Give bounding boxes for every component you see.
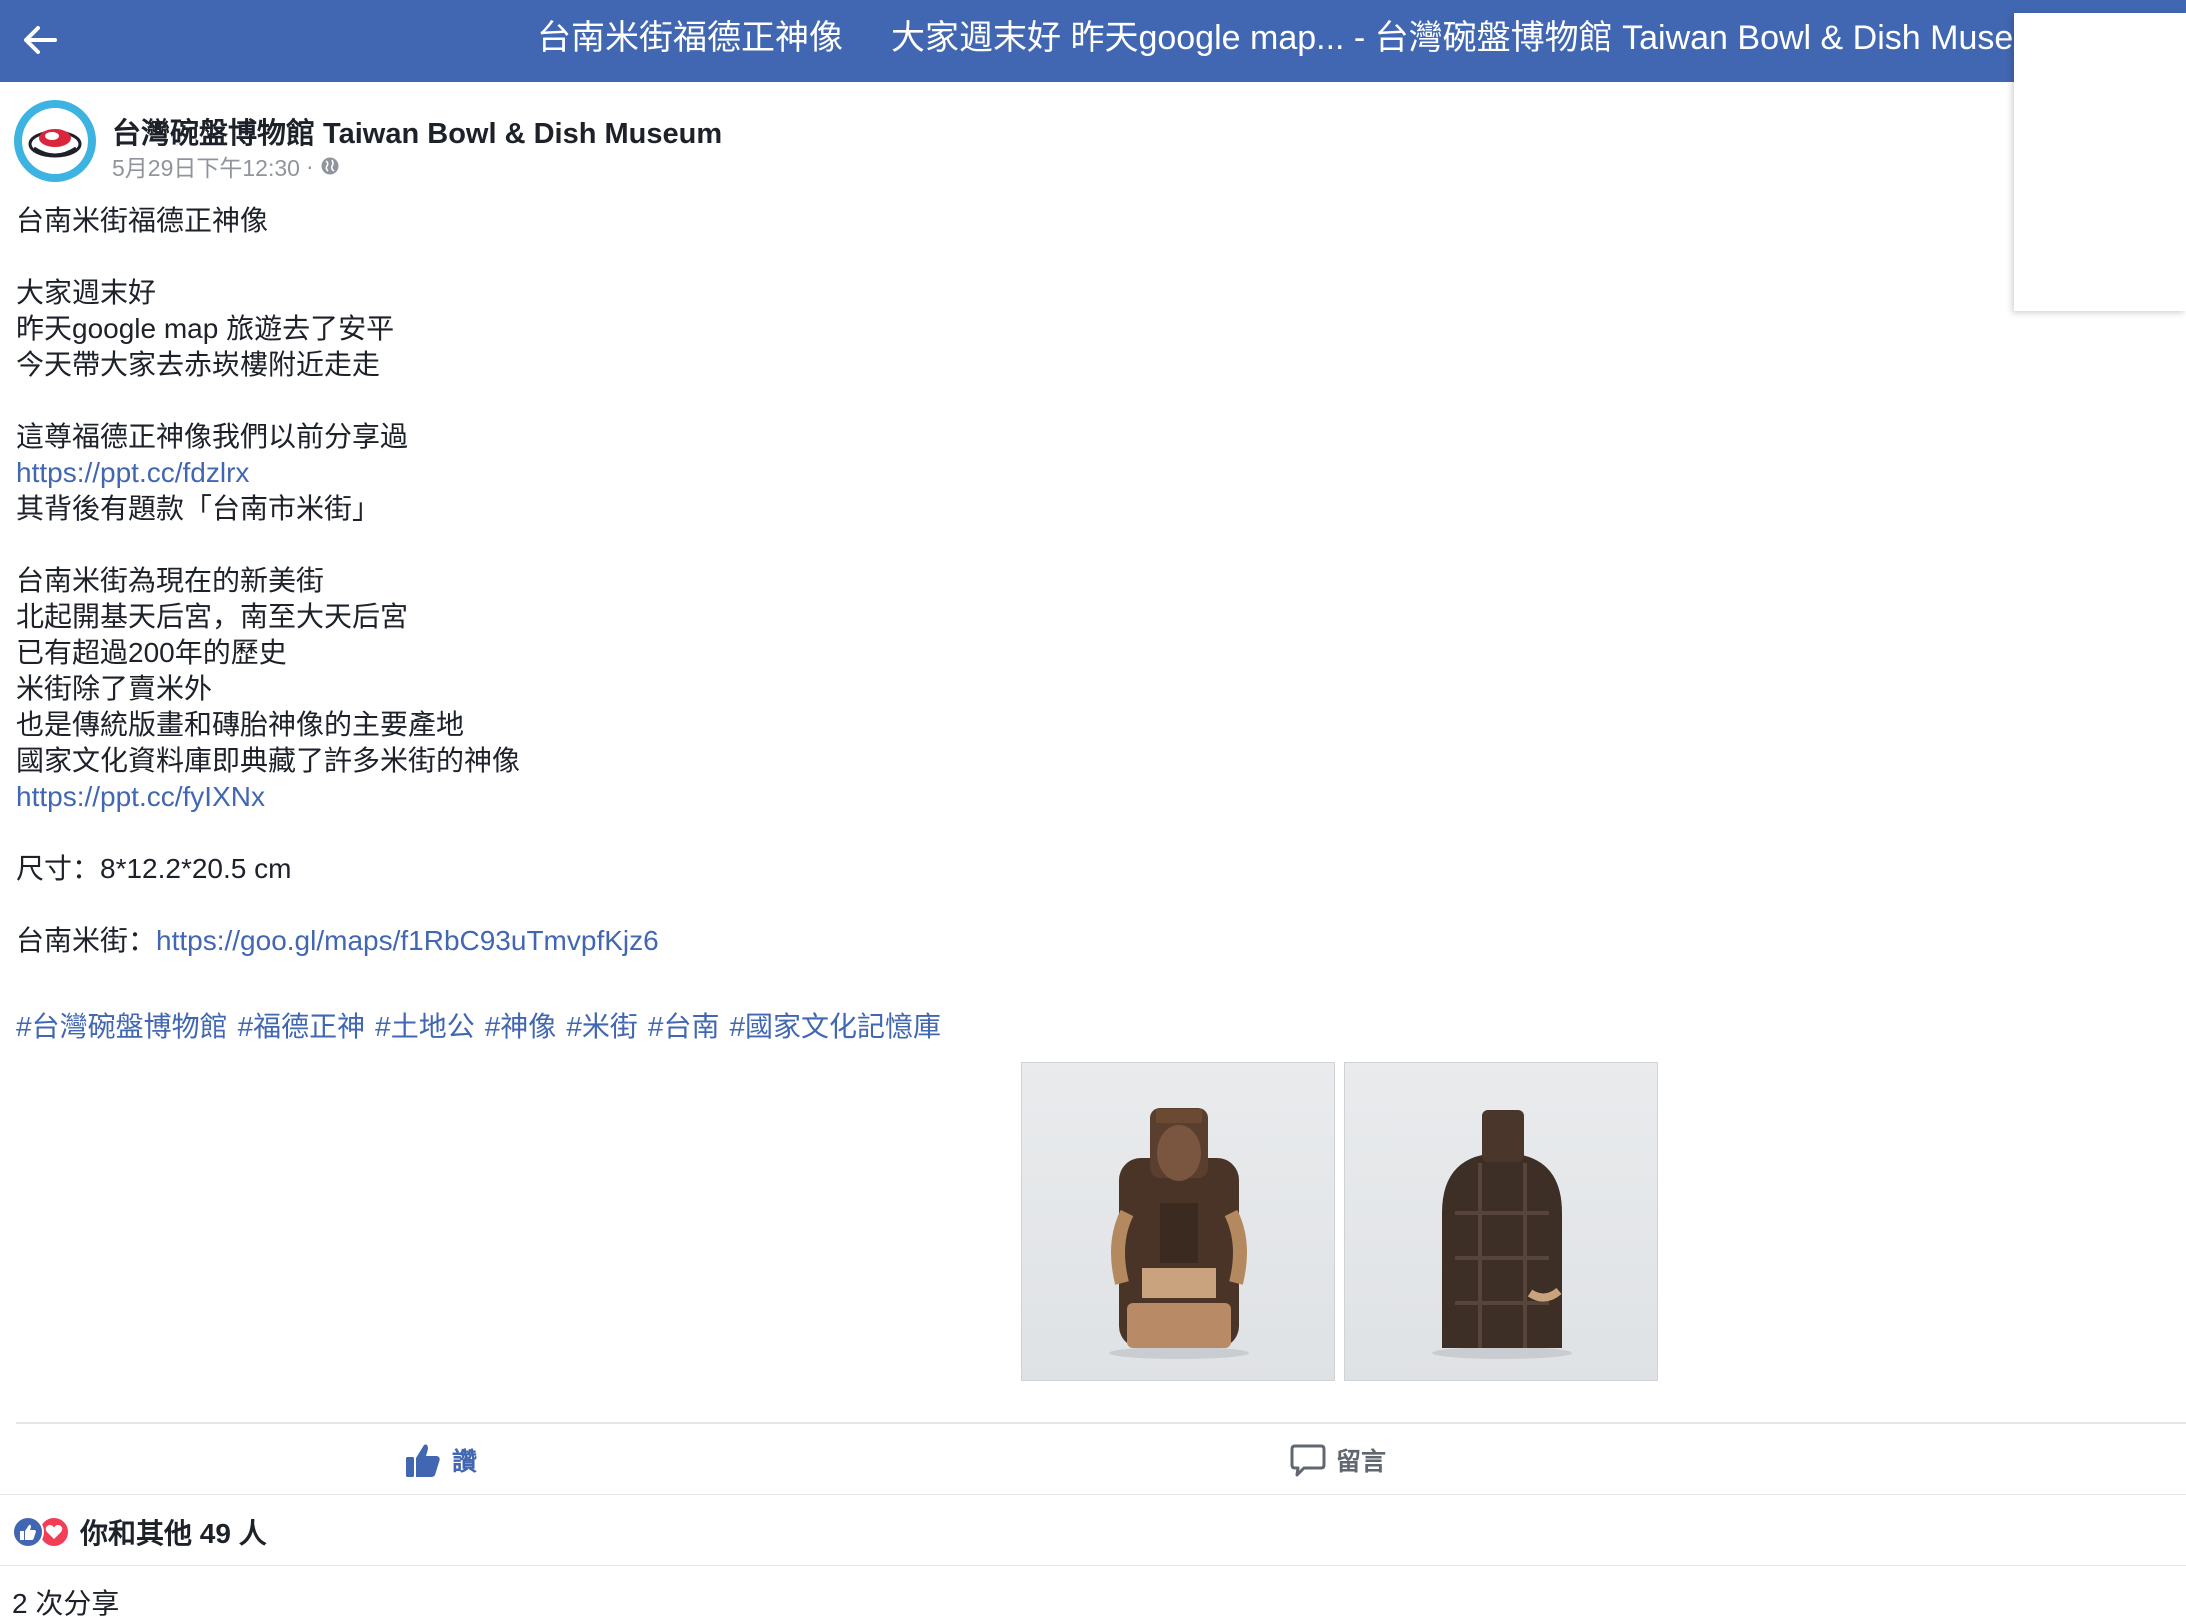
photo-statue-back[interactable]: [1344, 1062, 1658, 1381]
overlay-card: [2014, 13, 2186, 311]
actions-divider-bottom: [0, 1494, 2186, 1495]
text-line: 其背後有題款「台南市米街」: [16, 493, 381, 524]
post-meta: 5月29日下午12:30 ·: [112, 149, 340, 183]
size-line: 尺寸：8*12.2*20.5 cm: [16, 853, 292, 884]
post-timestamp[interactable]: 5月29日下午12:30: [112, 149, 300, 183]
hashtag-link[interactable]: #台南: [648, 1011, 720, 1042]
title-part-2: 大家週末好 昨天google map... - 台灣碗盤博物館 Taiwan B…: [891, 19, 2110, 57]
text-line: 台南米街為現在的新美街: [16, 565, 325, 596]
hashtags: #台灣碗盤博物館 #福德正神 #土地公 #神像 #米街 #台南 #國家文化記憶庫: [16, 1009, 951, 1045]
text-line: 今天帶大家去赤崁樓附近走走: [16, 349, 381, 380]
top-bar: 台南米街福德正神像 大家週末好 昨天google map... - 台灣碗盤博物館…: [0, 0, 2186, 82]
ppt-link-1[interactable]: https://ppt.cc/fdzlrx: [16, 457, 249, 488]
reaction-count-text: 你和其他 49 人: [80, 1518, 267, 1549]
hashtag-link[interactable]: #國家文化記憶庫: [729, 1011, 941, 1042]
share-count[interactable]: 2 次分享: [12, 1582, 119, 1622]
comment-icon: [1290, 1444, 1326, 1477]
like-label: 讚: [452, 1448, 478, 1476]
hashtag-link[interactable]: #米街: [566, 1011, 638, 1042]
title-part-1: 台南米街福德正神像: [537, 19, 843, 57]
globe-icon: [321, 157, 339, 175]
hashtag-link[interactable]: #神像: [485, 1011, 557, 1042]
like-reaction-icon: [12, 1516, 44, 1548]
text-line: 已有超過200年的歷史: [16, 637, 287, 668]
hashtag-link[interactable]: #土地公: [375, 1011, 475, 1042]
text-line: 昨天google map 旅遊去了安平: [16, 313, 395, 344]
back-button[interactable]: [14, 14, 66, 66]
statue-front-image: [1109, 1108, 1249, 1359]
text-line: 也是傳統版畫和磚胎神像的主要產地: [16, 709, 465, 740]
actions-divider-top: [16, 1422, 2186, 1424]
hashtag-link[interactable]: #台灣碗盤博物館: [16, 1011, 228, 1042]
statue-back-image: [1432, 1110, 1572, 1359]
text-line: 這尊福德正神像我們以前分享過: [16, 421, 409, 452]
like-button[interactable]: 讚: [404, 1440, 477, 1480]
page-name-link[interactable]: 台灣碗盤博物館 Taiwan Bowl & Dish Museum: [112, 110, 722, 152]
post-title-line: 台南米街福德正神像: [16, 205, 269, 236]
hashtag-link[interactable]: #福德正神: [238, 1011, 366, 1042]
meta-separator: ·: [305, 152, 314, 179]
comment-label: 留言: [1336, 1448, 1387, 1476]
avatar[interactable]: [14, 100, 96, 182]
map-label: 台南米街：: [16, 925, 157, 956]
photo-statue-front[interactable]: [1021, 1062, 1335, 1381]
window-title: 台南米街福德正神像 大家週末好 昨天google map... - 台灣碗盤博物館…: [537, 0, 2109, 82]
comment-button[interactable]: 留言: [1290, 1440, 1386, 1480]
text-line: 北起開基天后宮，南至大天后宮: [16, 601, 409, 632]
post-body: 台南米街福德正神像 大家週末好 昨天google map 旅遊去了安平 今天帶大…: [16, 203, 1416, 959]
ppt-link-2[interactable]: https://ppt.cc/fyIXNx: [16, 781, 265, 812]
text-line: 國家文化資料庫即典藏了許多米街的神像: [16, 745, 521, 776]
bowl-logo-icon: [22, 108, 88, 174]
text-line: 米街除了賣米外: [16, 673, 213, 704]
arrow-left-icon: [24, 26, 57, 54]
text-line: 大家週末好: [16, 277, 157, 308]
map-link[interactable]: https://goo.gl/maps/f1RbC93uTmvpfKjz6: [156, 925, 659, 956]
reactions-summary[interactable]: 你和其他 49 人: [12, 1512, 267, 1552]
reactions-divider: [0, 1565, 2186, 1566]
thumbs-up-icon: [406, 1444, 440, 1477]
